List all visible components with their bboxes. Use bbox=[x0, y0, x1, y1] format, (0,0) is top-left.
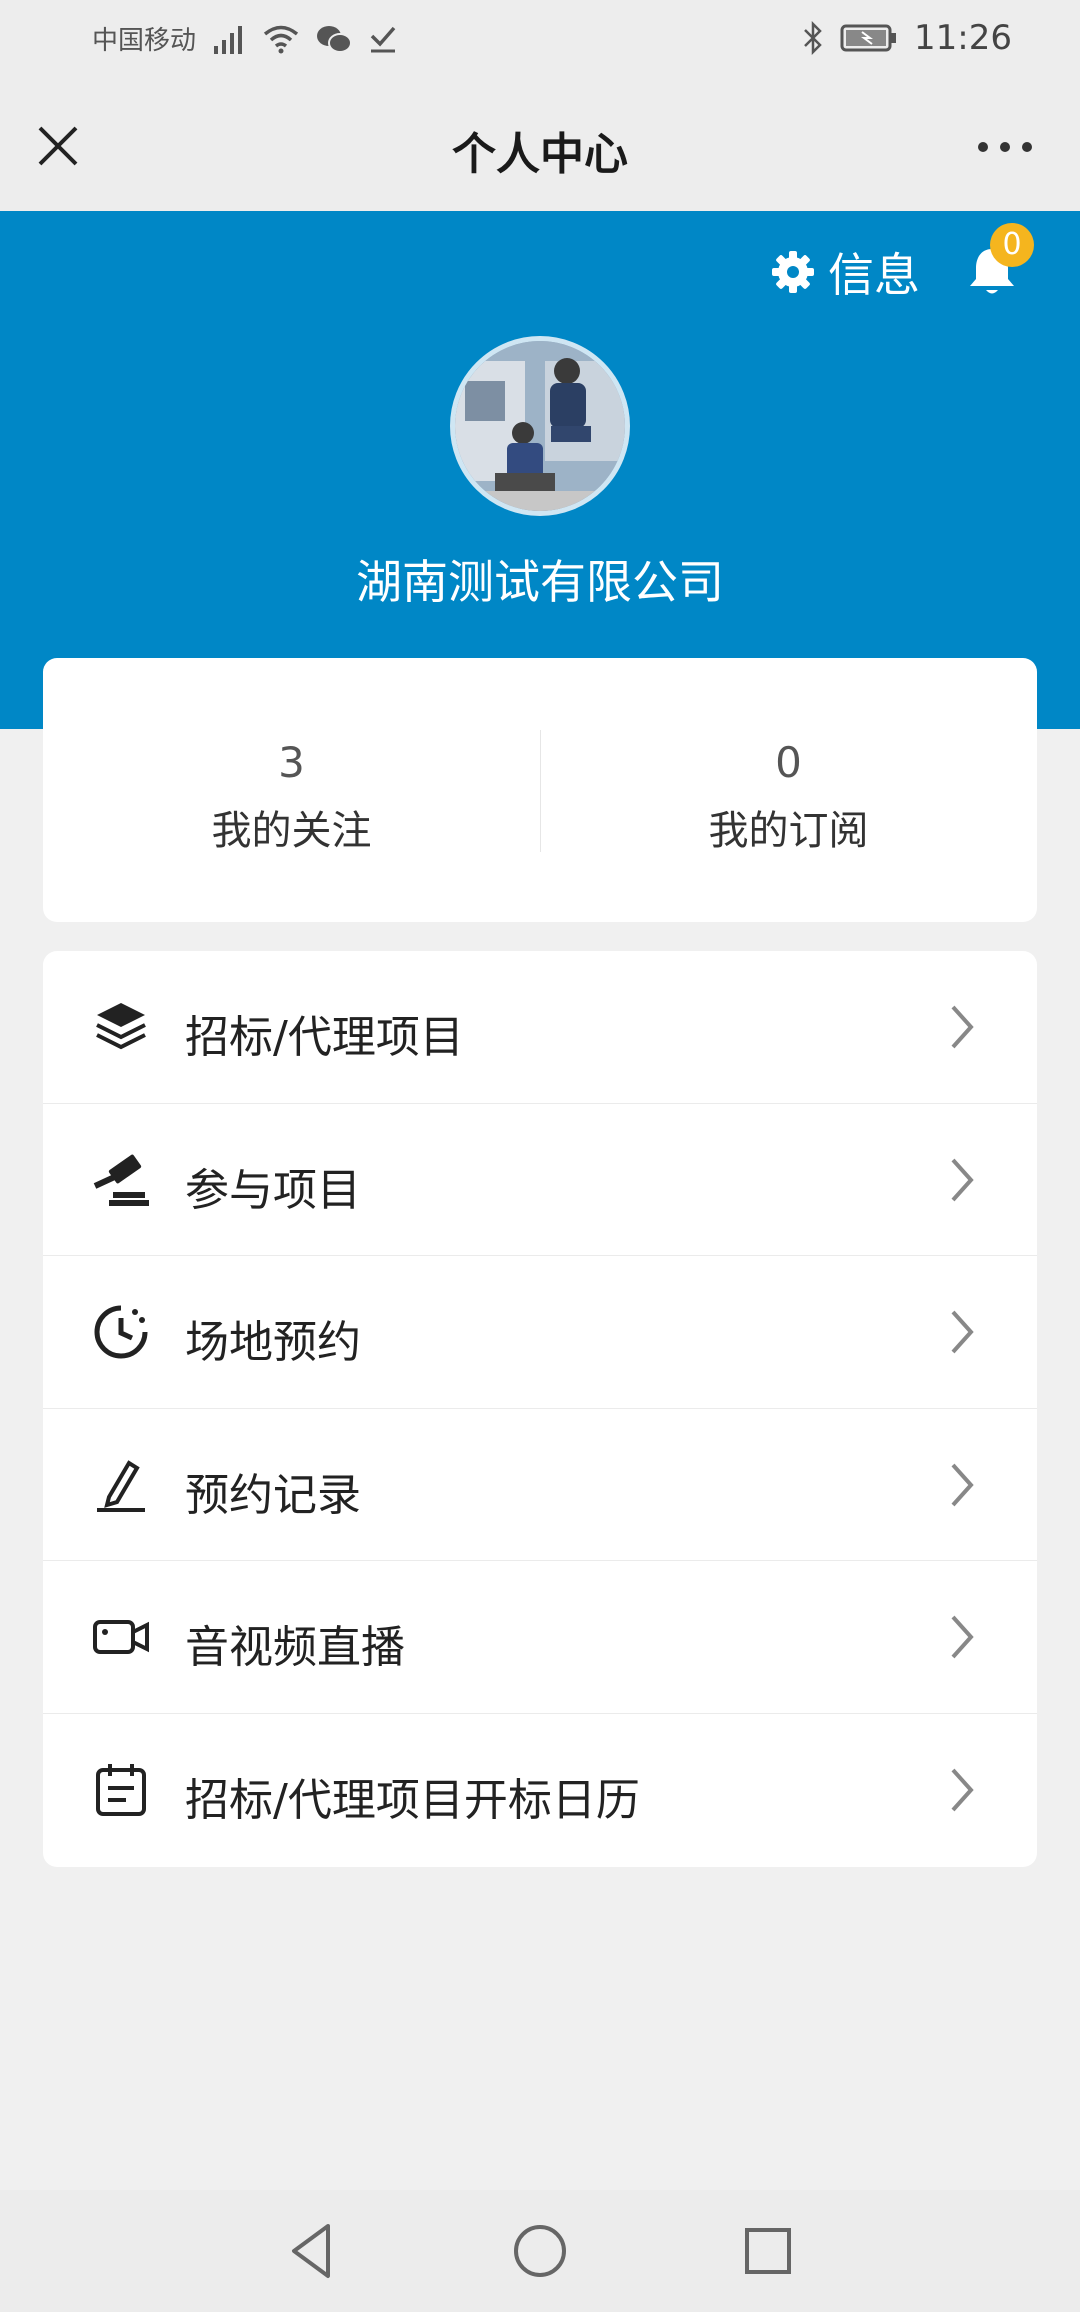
stat-subscriptions-value: 0 bbox=[775, 738, 802, 787]
bluetooth-icon bbox=[802, 21, 824, 55]
check-icon bbox=[368, 24, 398, 54]
menu-item-live-stream[interactable]: 音视频直播 bbox=[43, 1561, 1037, 1714]
menu-item-bid-calendar[interactable]: 招标/代理项目开标日历 bbox=[43, 1714, 1037, 1867]
avatar-photo-icon bbox=[455, 341, 625, 511]
notification-badge: 0 bbox=[990, 223, 1034, 267]
layers-icon bbox=[96, 1003, 146, 1050]
signal-icon bbox=[212, 24, 246, 54]
settings-button[interactable]: 信息 bbox=[770, 239, 920, 305]
settings-label: 信息 bbox=[828, 248, 920, 302]
menu-item-label: 招标/代理项目 bbox=[185, 1012, 464, 1063]
menu-item-label: 招标/代理项目开标日历 bbox=[185, 1774, 640, 1826]
chevron-right-icon bbox=[951, 1310, 974, 1354]
back-icon bbox=[292, 2224, 330, 2278]
carrier-label: 中国移动 bbox=[92, 26, 197, 56]
wifi-icon bbox=[262, 24, 300, 54]
company-name: 湖南测试有限公司 bbox=[356, 555, 724, 609]
recents-button[interactable] bbox=[735, 2218, 801, 2284]
gavel-icon bbox=[93, 1154, 149, 1206]
battery-icon bbox=[840, 23, 898, 53]
menu-item-venue-booking[interactable]: 场地预约 bbox=[43, 1256, 1037, 1409]
profile-header: 信息 0 湖南测试有限公司 bbox=[0, 211, 1080, 729]
avatar[interactable] bbox=[450, 336, 630, 516]
menu-item-bid-projects[interactable]: 招标/代理项目 bbox=[43, 951, 1037, 1104]
menu-item-booking-records[interactable]: 预约记录 bbox=[43, 1409, 1037, 1561]
menu-item-label: 预约记录 bbox=[185, 1469, 361, 1521]
chevron-right-icon bbox=[951, 1158, 974, 1201]
system-nav-bar bbox=[0, 2190, 1080, 2312]
stat-following[interactable]: 3 我的关注 bbox=[43, 658, 540, 922]
title-bar: 个人中心 bbox=[0, 82, 1080, 211]
back-button[interactable] bbox=[280, 2218, 346, 2284]
page-title: 个人中心 bbox=[452, 129, 628, 180]
gear-icon bbox=[772, 251, 814, 293]
clock-icon bbox=[94, 1305, 148, 1359]
more-icon bbox=[978, 142, 1032, 152]
menu-item-label: 场地预约 bbox=[185, 1317, 361, 1368]
status-right: 11:26 bbox=[802, 18, 1012, 58]
menu-item-participation[interactable]: 参与项目 bbox=[43, 1104, 1037, 1256]
video-icon bbox=[93, 1620, 149, 1654]
stat-following-label: 我的关注 bbox=[211, 808, 372, 854]
clock-time: 11:26 bbox=[914, 18, 1012, 58]
menu-item-label: 音视频直播 bbox=[185, 1622, 405, 1673]
wechat-icon bbox=[316, 24, 353, 54]
chevron-right-icon bbox=[951, 1005, 974, 1049]
status-bar: 中国移动 11:26 bbox=[0, 0, 1080, 82]
calendar-icon bbox=[96, 1763, 146, 1816]
menu-card: 招标/代理项目 参与项目 场地预约 预约记录 音视频直播 招标/代理项目开标日历 bbox=[43, 951, 1037, 1867]
pen-icon bbox=[97, 1459, 145, 1512]
menu-item-label: 参与项目 bbox=[185, 1164, 361, 1216]
stats-card: 3 我的关注 0 我的订阅 bbox=[43, 658, 1037, 922]
more-button[interactable] bbox=[970, 132, 1040, 162]
status-left: 中国移动 bbox=[92, 20, 398, 57]
chevron-right-icon bbox=[951, 1615, 974, 1659]
recents-icon bbox=[745, 2228, 791, 2274]
stat-following-value: 3 bbox=[278, 738, 305, 787]
chevron-right-icon bbox=[951, 1768, 974, 1811]
chevron-right-icon bbox=[951, 1463, 974, 1506]
home-button[interactable] bbox=[507, 2218, 573, 2284]
stat-subscriptions[interactable]: 0 我的订阅 bbox=[540, 658, 1037, 922]
home-icon bbox=[514, 2225, 566, 2277]
stat-subscriptions-label: 我的订阅 bbox=[708, 808, 869, 854]
